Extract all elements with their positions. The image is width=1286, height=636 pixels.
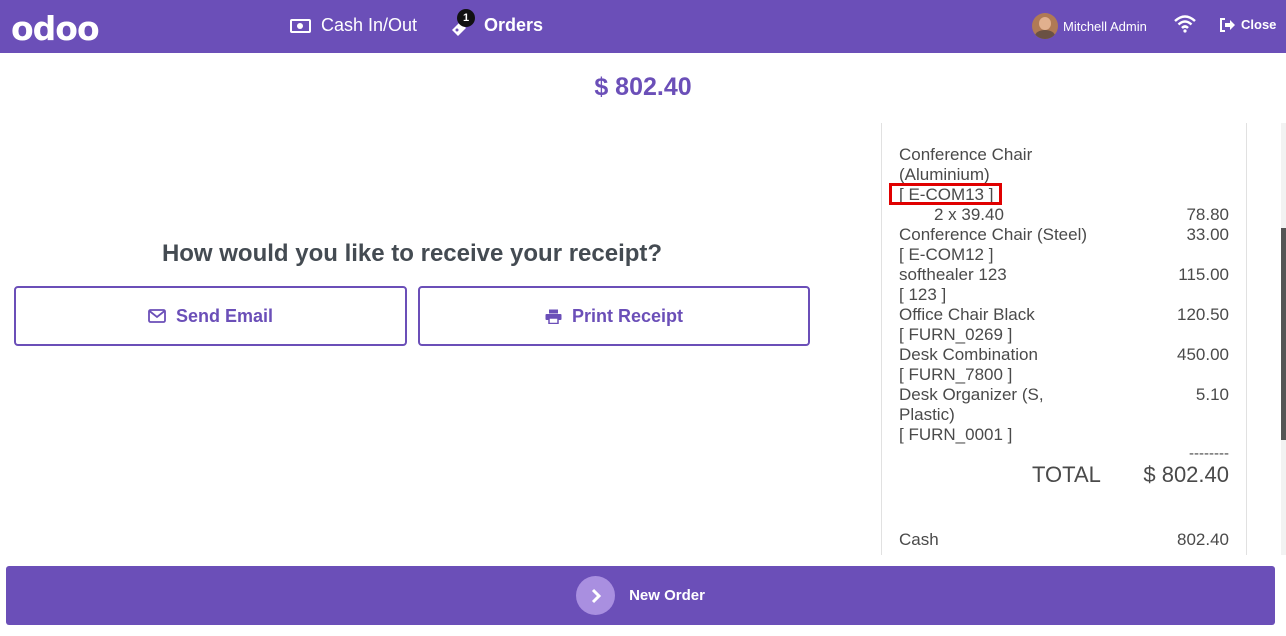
- sign-out-icon: [1220, 17, 1235, 32]
- close-label: Close: [1241, 17, 1277, 32]
- receipt-payment-line: Cash 802.40: [899, 530, 1229, 550]
- top-bar: odoo Cash In/Out Orders 1 Mitchell Admin…: [0, 0, 1286, 53]
- receipt-payment-amount: 802.40: [1177, 530, 1229, 549]
- receipt-line-price: 120.50: [1177, 305, 1229, 324]
- receipt-separator: --------: [1189, 445, 1229, 462]
- send-email-label: Send Email: [175, 305, 274, 326]
- receipt-question: How would you like to receive your recei…: [161, 240, 663, 267]
- print-receipt-button[interactable]: Print Receipt: [418, 286, 810, 346]
- receipt-line-code: [ 123 ]: [899, 285, 947, 304]
- receipt-line: Desk Combination [ FURN_7800 ] 450.00: [899, 345, 1229, 385]
- receipt-line-code: [ FURN_7800 ]: [899, 365, 1013, 384]
- highlight-box: [889, 183, 1002, 205]
- envelope-icon: [148, 309, 166, 323]
- receipt-total-value: $ 802.40: [1143, 462, 1229, 487]
- close-button[interactable]: Close: [1219, 17, 1276, 32]
- orders-count-badge: 1: [457, 9, 475, 27]
- total-amount: $ 802.40: [594, 73, 692, 101]
- receipt-line: Desk Organizer (S, Plastic) [ FURN_0001 …: [899, 385, 1229, 445]
- printer-icon: [545, 309, 562, 324]
- receipt-line-name: Office Chair Black: [899, 305, 1035, 324]
- receipt-line: Office Chair Black [ FURN_0269 ] 120.50: [899, 305, 1229, 345]
- receipt-line-code: [ FURN_0001 ]: [899, 425, 1013, 444]
- send-email-button[interactable]: Send Email: [14, 286, 407, 346]
- receipt-line-name: softhealer 123: [899, 265, 1007, 284]
- receipt-payment-method: Cash: [899, 530, 939, 549]
- receipt-line-name: Conference Chair: [899, 145, 1033, 164]
- receipt-line-price: 33.00: [1186, 225, 1229, 244]
- receipt-line-name: (Aluminium): [899, 165, 990, 184]
- cash-in-out-label: Cash In/Out: [321, 15, 418, 35]
- receipt-line-name: Conference Chair (Steel): [899, 225, 1088, 244]
- receipt-line: softhealer 123 [ 123 ] 115.00: [899, 265, 1229, 305]
- receipt-line-name: Desk Combination: [899, 345, 1038, 364]
- receipt-line-name: Desk Organizer (S,: [899, 385, 1044, 404]
- chevron-right-icon: [576, 576, 616, 615]
- receipt-line-code: [ E-COM12 ]: [899, 245, 994, 264]
- receipt-line-name: Plastic): [899, 405, 955, 424]
- receipt-total-label: TOTAL: [1032, 462, 1101, 487]
- print-receipt-label: Print Receipt: [571, 305, 684, 326]
- receipt-line-code: [ FURN_0269 ]: [899, 325, 1013, 344]
- receipt-line-price: 115.00: [1178, 265, 1229, 284]
- new-order-button[interactable]: New Order: [6, 566, 1275, 625]
- orders-label: Orders: [484, 15, 544, 35]
- user-menu[interactable]: Mitchell Admin: [1032, 13, 1147, 39]
- avatar: [1032, 13, 1058, 39]
- receipt-line-price: 78.80: [1186, 205, 1229, 224]
- cash-icon: [290, 18, 311, 33]
- receipt-line-price: 5.10: [1195, 385, 1229, 404]
- scrollbar-thumb[interactable]: [1281, 228, 1286, 440]
- wifi-icon[interactable]: [1174, 15, 1196, 38]
- new-order-label: New Order: [629, 587, 705, 604]
- cash-in-out-button[interactable]: Cash In/Out: [290, 15, 417, 36]
- receipt-line: Conference Chair (Steel) [ E-COM12 ] 33.…: [899, 225, 1229, 265]
- receipt-line-qty: 2 x 39.40: [934, 205, 1004, 224]
- receipt-line-price: 450.00: [1177, 345, 1229, 364]
- user-name: Mitchell Admin: [1063, 18, 1147, 34]
- odoo-logo[interactable]: odoo: [11, 9, 100, 48]
